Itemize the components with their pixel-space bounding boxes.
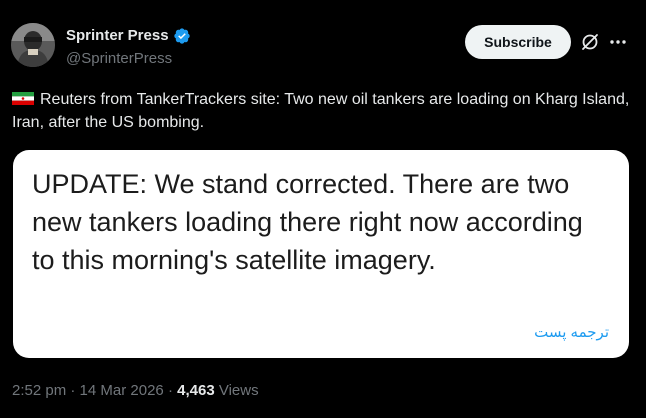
- views-count: 4,463: [177, 382, 215, 399]
- grok-icon[interactable]: [580, 32, 600, 52]
- quote-image-text: UPDATE: We stand corrected. There are tw…: [32, 169, 583, 275]
- tweet-time[interactable]: 2:52 pm: [12, 382, 66, 399]
- author-handle[interactable]: @SprinterPress: [66, 50, 172, 68]
- more-dots-icon: [610, 40, 626, 44]
- tweet-meta: 2:52 pm · 14 Mar 2026 · 4,463 Views: [12, 382, 259, 400]
- display-name[interactable]: Sprinter Press: [66, 27, 169, 45]
- iran-flag-icon: [12, 92, 34, 105]
- more-icon[interactable]: [608, 32, 628, 52]
- views-label: Views: [218, 382, 259, 399]
- author-name-row[interactable]: Sprinter Press: [66, 27, 191, 45]
- meta-separator: ·: [66, 382, 80, 399]
- meta-separator: ·: [163, 382, 178, 399]
- verified-badge-icon: [173, 28, 190, 44]
- tweet-text-block: Reuters from TankerTrackers site: Two ne…: [12, 88, 636, 134]
- avatar-person-icon: [11, 23, 55, 67]
- translate-post-link[interactable]: ترجمه پست: [534, 323, 609, 341]
- tweet-text: Reuters from TankerTrackers site: Two ne…: [12, 91, 630, 131]
- tweet-date[interactable]: 14 Mar 2026: [80, 382, 164, 399]
- tweet-image[interactable]: UPDATE: We stand corrected. There are tw…: [13, 150, 629, 358]
- subscribe-button[interactable]: Subscribe: [465, 25, 571, 59]
- avatar[interactable]: [11, 23, 55, 67]
